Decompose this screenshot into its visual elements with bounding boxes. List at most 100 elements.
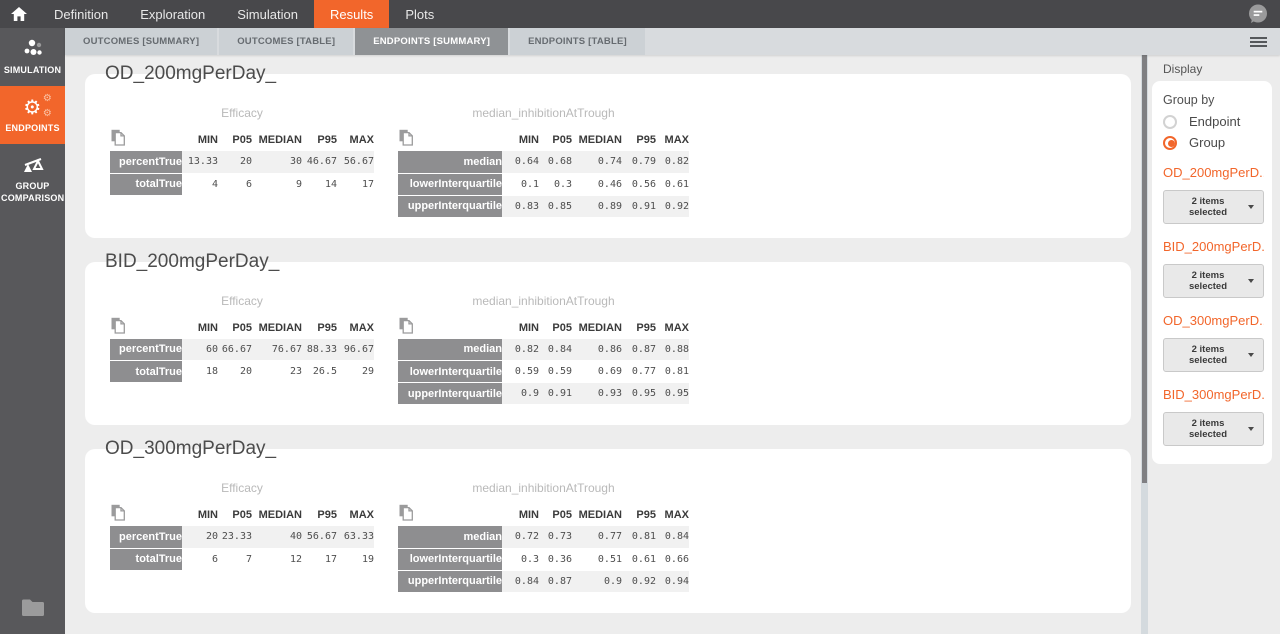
folder-button[interactable]: [0, 596, 65, 634]
copy-table-button[interactable]: [398, 317, 502, 339]
nav-item-definition[interactable]: Definition: [38, 0, 124, 28]
sidebar-item-label: ENDPOINTS: [5, 123, 59, 133]
cell-value: 0.77: [622, 361, 656, 383]
table-row: percentTrue13.33203046.6756.67: [110, 151, 374, 173]
column-header-p05: P05: [539, 504, 572, 526]
column-header-median: MEDIAN: [572, 129, 622, 151]
section-card: Efficacy MINP05MEDIANP95MAX percentTrue1…: [85, 74, 1131, 238]
panel-menu-button[interactable]: [1250, 37, 1267, 47]
cell-value: 30: [252, 151, 302, 173]
row-label: percentTrue: [110, 151, 182, 173]
copy-table-button[interactable]: [110, 317, 182, 339]
cell-value: 0.89: [572, 195, 622, 217]
row-label: upperInterquartile: [398, 383, 502, 405]
endpoint-title: Efficacy: [110, 106, 374, 120]
endpoint-table-group: median_inhibitionAtTrough MINP05MEDIANP9…: [398, 481, 689, 593]
section-tables: Efficacy MINP05MEDIANP95MAX percentTrue1…: [110, 106, 1111, 218]
group-name-link[interactable]: BID_200mgPerD..: [1163, 239, 1264, 254]
column-header-p95: P95: [622, 129, 656, 151]
copy-table-button[interactable]: [110, 504, 182, 526]
cell-value: 96.67: [337, 339, 374, 361]
caret-down-icon: [1248, 205, 1254, 209]
tab-outcomes-table[interactable]: OUTCOMES [TABLE]: [219, 28, 353, 55]
cell-value: 0.9: [572, 570, 622, 592]
column-header-max: MAX: [656, 129, 689, 151]
cell-value: 14: [302, 173, 337, 195]
cell-value: 76.67: [252, 339, 302, 361]
chat-icon: [1247, 4, 1268, 25]
scrollbar-thumb[interactable]: [1142, 55, 1147, 483]
cell-value: 0.61: [622, 548, 656, 570]
table-row: lowerInterquartile0.30.360.510.610.66: [398, 548, 689, 570]
cell-value: 0.92: [656, 195, 689, 217]
tab-endpoints-table[interactable]: ENDPOINTS [TABLE]: [510, 28, 645, 55]
column-header-p05: P05: [218, 317, 252, 339]
home-button[interactable]: [0, 0, 38, 28]
copy-table-button[interactable]: [398, 504, 502, 526]
section-title: OD_200mgPerDay_: [105, 63, 1131, 84]
cell-value: 0.84: [502, 570, 539, 592]
copy-table-button[interactable]: [398, 129, 502, 151]
section-title: BID_200mgPerDay_: [105, 251, 1131, 272]
cell-value: 17: [337, 173, 374, 195]
group-name-link[interactable]: OD_200mgPerD...: [1163, 165, 1264, 180]
column-header-median: MEDIAN: [572, 317, 622, 339]
row-label: lowerInterquartile: [398, 361, 502, 383]
chat-button[interactable]: [1247, 0, 1280, 28]
radio-endpoint-icon[interactable]: [1163, 115, 1177, 129]
row-label: lowerInterquartile: [398, 548, 502, 570]
endpoint-title: median_inhibitionAtTrough: [398, 294, 689, 308]
caret-down-icon: [1248, 427, 1254, 431]
sidebar-item-label: GROUP COMPARISON: [1, 181, 64, 203]
radio-group-icon[interactable]: [1163, 136, 1177, 150]
nav-item-exploration[interactable]: Exploration: [124, 0, 221, 28]
endpoint-title: Efficacy: [110, 481, 374, 495]
cell-value: 40: [252, 526, 302, 548]
group-name-link[interactable]: BID_300mgPerD..: [1163, 387, 1264, 402]
endpoints-icon: ⚙ ⚙ ⚙: [1, 94, 64, 120]
tab-endpoints-summary[interactable]: ENDPOINTS [SUMMARY]: [355, 28, 508, 55]
cell-value: 66.67: [218, 339, 252, 361]
items-selected-dropdown[interactable]: 2 items selected: [1163, 190, 1264, 224]
nav-item-plots[interactable]: Plots: [389, 0, 450, 28]
radio-option-endpoint[interactable]: Endpoint: [1163, 114, 1264, 129]
group-entry: BID_200mgPerD.. 2 items selected: [1163, 239, 1264, 298]
sidebar-item-group-comparison[interactable]: GROUP COMPARISON: [0, 144, 65, 214]
top-nav: DefinitionExplorationSimulationResultsPl…: [0, 0, 1280, 28]
sidebar-item-simulation[interactable]: SIMULATION: [0, 28, 65, 86]
group-name-link[interactable]: OD_300mgPerD...: [1163, 313, 1264, 328]
column-header-min: MIN: [502, 317, 539, 339]
table-row: upperInterquartile0.90.910.930.950.95: [398, 383, 689, 405]
sidebar-item-endpoints[interactable]: ⚙ ⚙ ⚙ ENDPOINTS: [0, 86, 65, 144]
row-label: upperInterquartile: [398, 570, 502, 592]
nav-item-results[interactable]: Results: [314, 0, 389, 28]
row-label: median: [398, 151, 502, 173]
items-selected-dropdown[interactable]: 2 items selected: [1163, 264, 1264, 298]
cell-value: 0.88: [656, 339, 689, 361]
items-selected-dropdown[interactable]: 2 items selected: [1163, 338, 1264, 372]
copy-icon: [398, 129, 414, 146]
cell-value: 6: [182, 548, 218, 570]
radio-option-group[interactable]: Group: [1163, 135, 1264, 150]
cell-value: 17: [302, 548, 337, 570]
cell-value: 0.91: [622, 195, 656, 217]
items-selected-label: 2 items selected: [1173, 344, 1243, 366]
cell-value: 23.33: [218, 526, 252, 548]
nav-item-simulation[interactable]: Simulation: [221, 0, 314, 28]
summary-table: MINP05MEDIANP95MAX median0.820.840.860.8…: [398, 317, 689, 406]
column-header-min: MIN: [182, 504, 218, 526]
cell-value: 0.87: [539, 570, 572, 592]
vertical-scrollbar[interactable]: [1141, 55, 1148, 634]
group-entry: OD_200mgPerD... 2 items selected: [1163, 165, 1264, 224]
table-row: totalTrue4691417: [110, 173, 374, 195]
copy-table-button[interactable]: [110, 129, 182, 151]
items-selected-label: 2 items selected: [1173, 270, 1243, 292]
column-header-median: MEDIAN: [252, 504, 302, 526]
group-section: OD_200mgPerDay_ Efficacy MINP05MEDIANP95…: [85, 63, 1131, 238]
column-header-max: MAX: [337, 504, 374, 526]
endpoint-table-group: Efficacy MINP05MEDIANP95MAX percentTrue2…: [110, 481, 374, 571]
column-header-max: MAX: [337, 317, 374, 339]
column-header-median: MEDIAN: [252, 129, 302, 151]
tab-outcomes-summary[interactable]: OUTCOMES [SUMMARY]: [65, 28, 217, 55]
items-selected-dropdown[interactable]: 2 items selected: [1163, 412, 1264, 446]
